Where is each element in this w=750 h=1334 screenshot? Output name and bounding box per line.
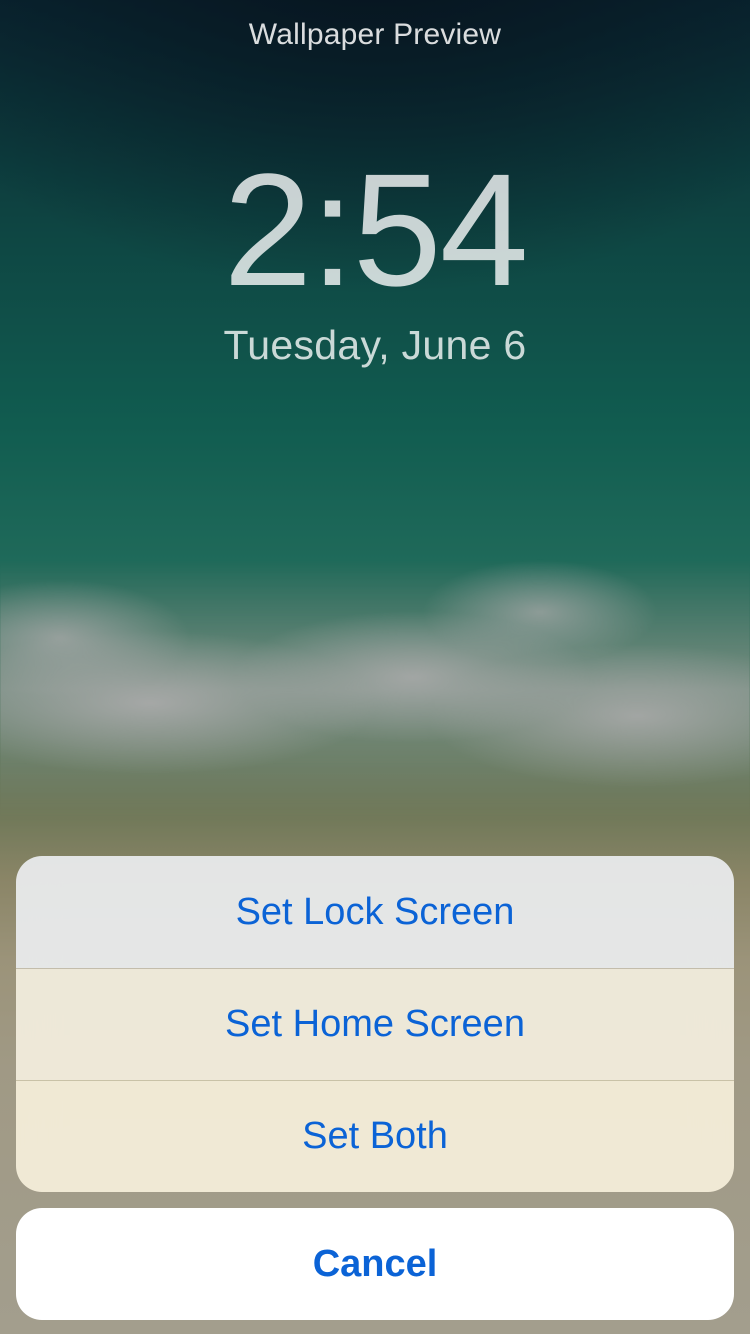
wallpaper-preview-screen: Wallpaper Preview 2:54 Tuesday, June 6 S… xyxy=(0,0,750,1334)
lock-clock-time: 2:54 xyxy=(0,150,750,310)
set-both-button[interactable]: Set Both xyxy=(16,1080,734,1192)
page-title: Wallpaper Preview xyxy=(0,18,750,52)
action-sheet: Set Lock Screen Set Home Screen Set Both… xyxy=(16,856,734,1320)
lock-clock-date: Tuesday, June 6 xyxy=(0,322,750,369)
set-lock-screen-button[interactable]: Set Lock Screen xyxy=(16,856,734,968)
cancel-button[interactable]: Cancel xyxy=(16,1208,734,1320)
set-home-screen-button[interactable]: Set Home Screen xyxy=(16,968,734,1080)
action-sheet-options: Set Lock Screen Set Home Screen Set Both xyxy=(16,856,734,1192)
